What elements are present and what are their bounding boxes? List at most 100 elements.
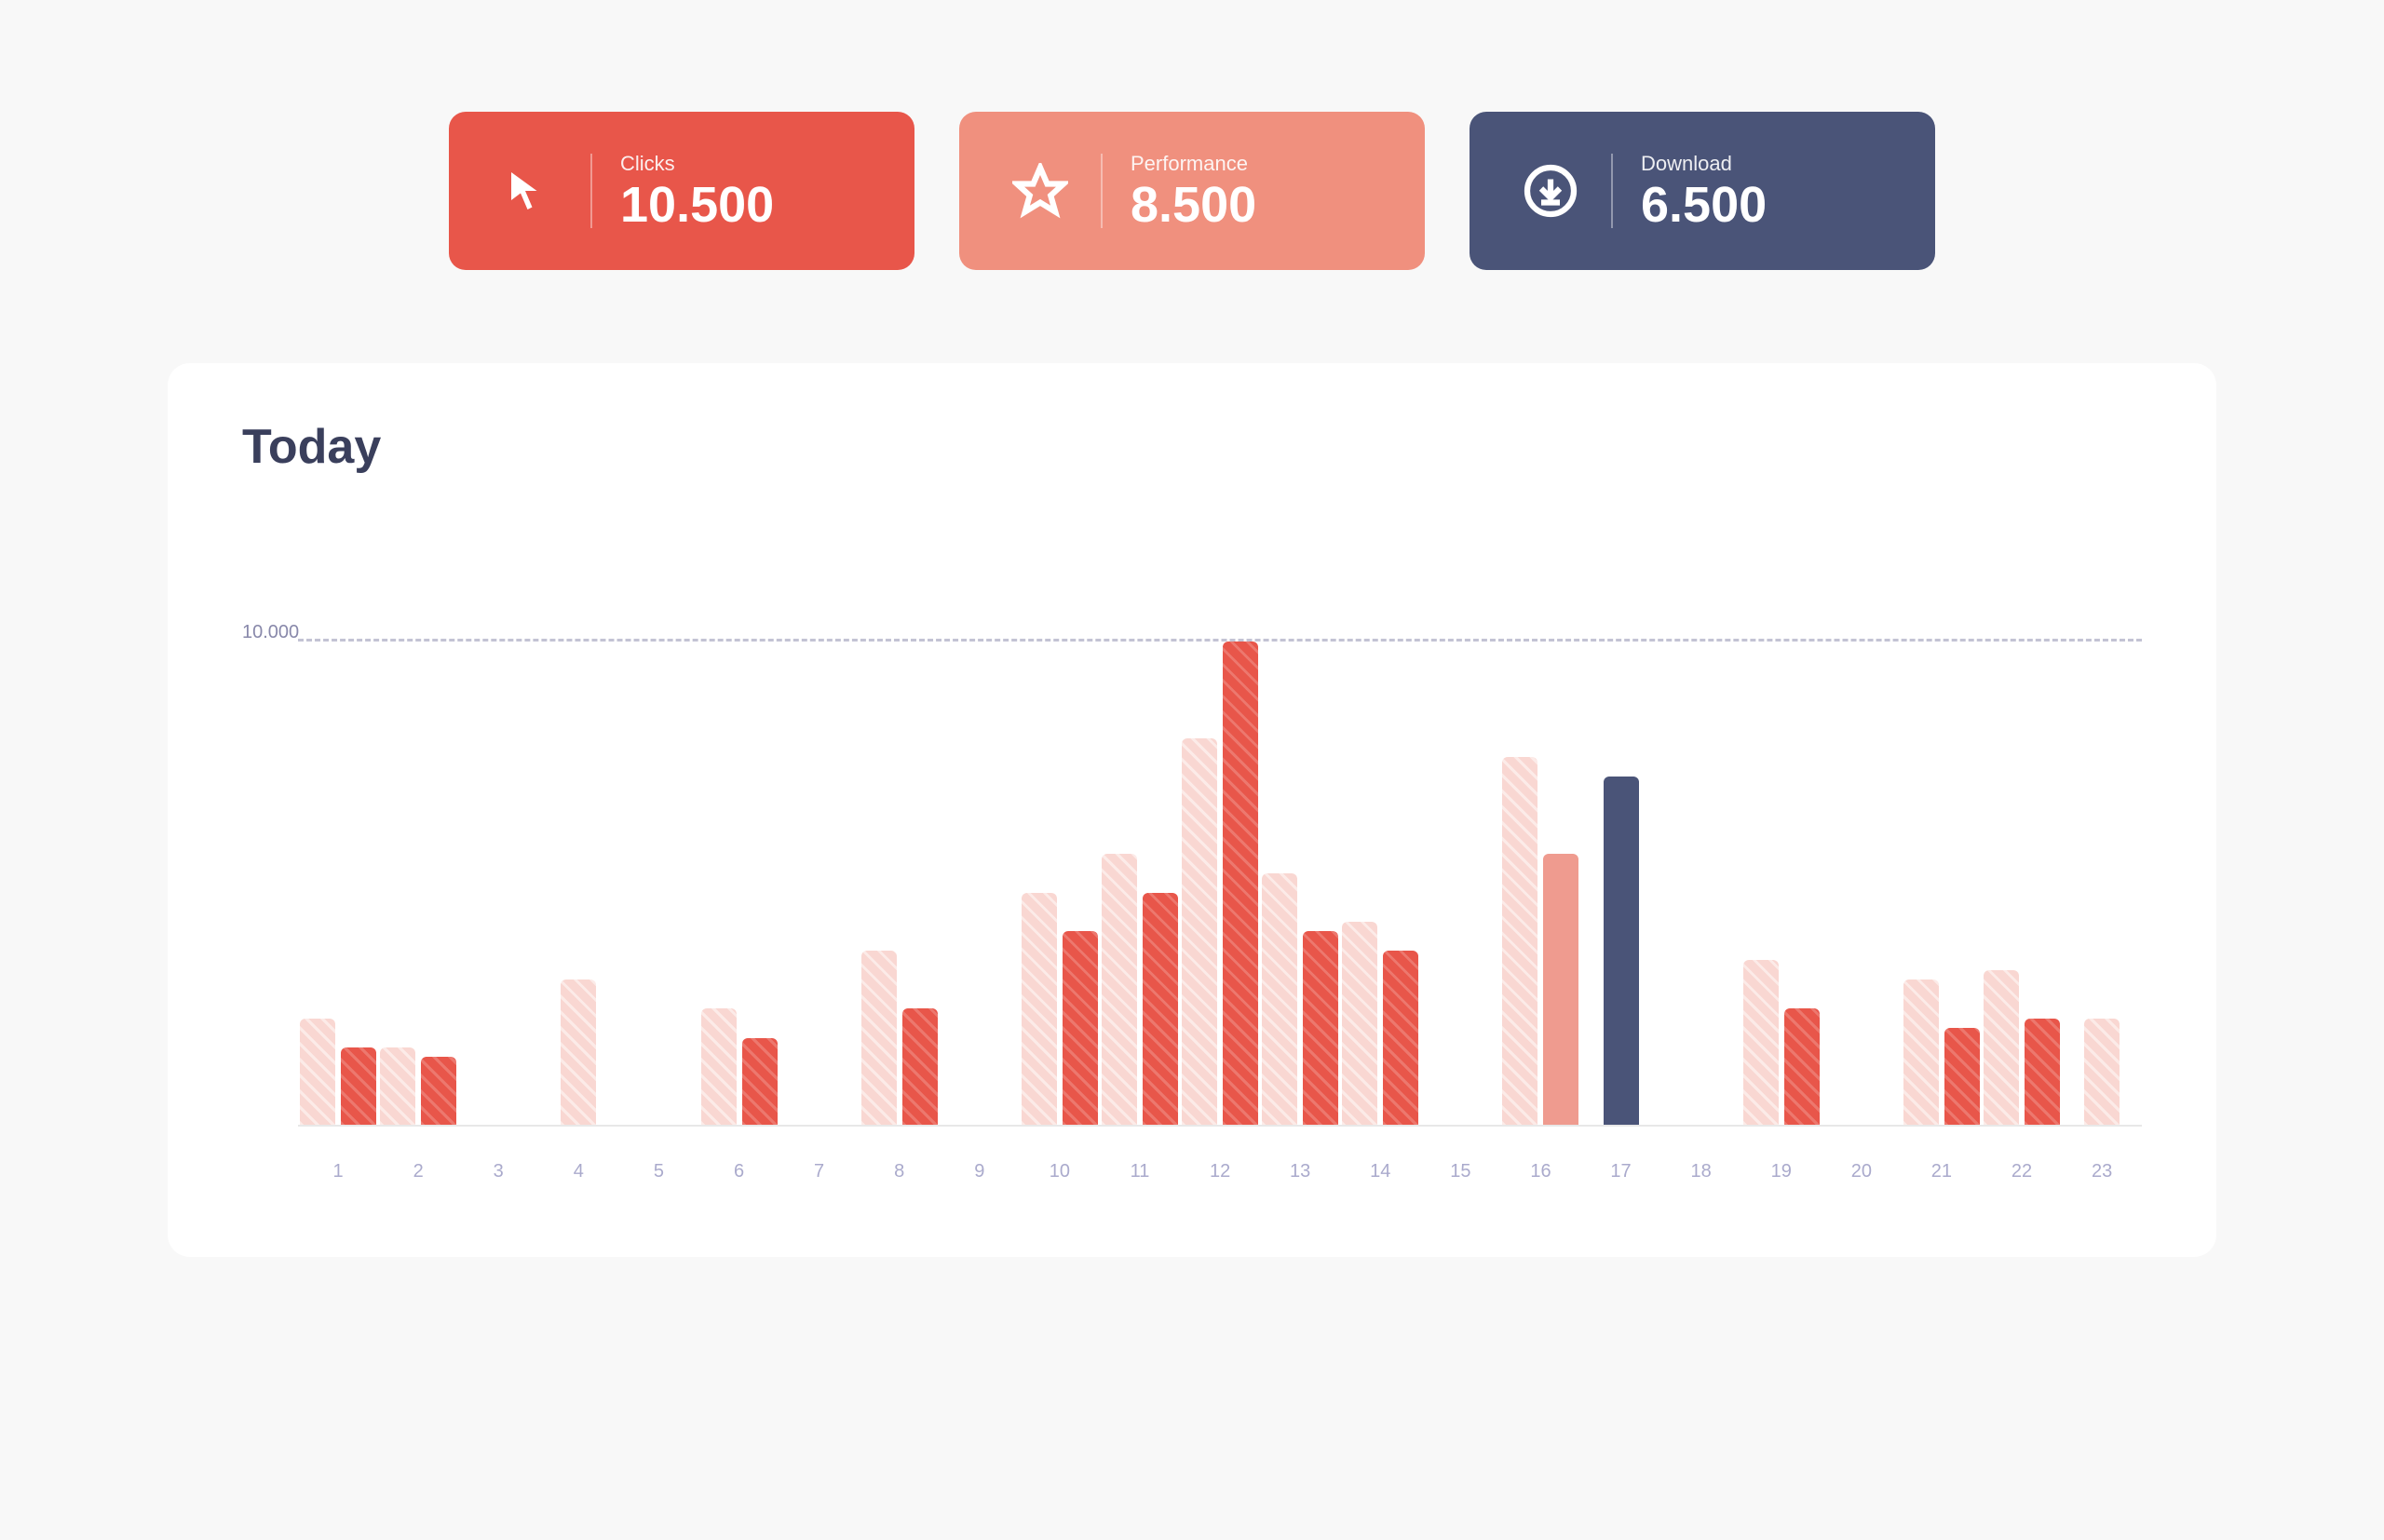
chart-container: Today 10.0001234567891011121314151617181… xyxy=(168,363,2216,1257)
bar-back xyxy=(1342,922,1377,1125)
bar-slot xyxy=(618,1115,698,1125)
x-label: 11 xyxy=(1100,1154,1180,1182)
bar-front xyxy=(1784,1008,1820,1125)
bar-slot xyxy=(1902,979,1982,1125)
stats-row: Clicks 10.500 Performance 8.500 Downloa xyxy=(449,112,1935,270)
performance-text: Performance 8.500 xyxy=(1131,152,1256,230)
bar-front xyxy=(341,1047,376,1125)
cursor-icon xyxy=(497,158,562,223)
bar-front xyxy=(1143,893,1178,1125)
performance-label: Performance xyxy=(1131,152,1256,176)
x-label: 8 xyxy=(860,1154,940,1182)
bar-front xyxy=(742,1038,778,1125)
bar-slot xyxy=(538,979,618,1125)
bar-slot xyxy=(1581,777,1661,1125)
performance-value: 8.500 xyxy=(1131,180,1256,230)
bar-back xyxy=(1262,873,1297,1125)
divider xyxy=(1101,154,1103,228)
bar-slot xyxy=(698,1008,779,1125)
bar-back xyxy=(1903,979,1939,1125)
reference-label: 10.000 xyxy=(242,622,299,643)
x-label: 22 xyxy=(1982,1154,2062,1182)
bar-slot xyxy=(1661,1115,1741,1125)
x-label: 13 xyxy=(1260,1154,1340,1182)
bar-front xyxy=(421,1057,456,1125)
bar-slot xyxy=(1180,642,1260,1125)
x-label: 15 xyxy=(1420,1154,1500,1182)
bar-slot xyxy=(1100,854,1180,1125)
bar-back xyxy=(861,951,897,1125)
x-label: 12 xyxy=(1180,1154,1260,1182)
bar-front xyxy=(1223,642,1258,1125)
chart-baseline xyxy=(298,1125,2142,1127)
x-label: 7 xyxy=(779,1154,860,1182)
bar-back xyxy=(1502,757,1537,1125)
star-icon xyxy=(1008,158,1073,223)
download-icon xyxy=(1518,158,1583,223)
x-label: 2 xyxy=(378,1154,458,1182)
bar-front xyxy=(1303,931,1338,1125)
bars-group xyxy=(298,642,2142,1125)
bar-back xyxy=(561,979,596,1125)
bar-back xyxy=(701,1008,737,1125)
x-label: 5 xyxy=(618,1154,698,1182)
bar-front xyxy=(1604,777,1639,1125)
x-label: 18 xyxy=(1661,1154,1741,1182)
bar-back xyxy=(300,1019,335,1125)
download-label: Download xyxy=(1641,152,1767,176)
bar-slot xyxy=(298,1019,378,1125)
bar-back xyxy=(1102,854,1137,1125)
bar-slot xyxy=(1982,970,2062,1125)
bar-slot xyxy=(860,951,940,1125)
divider xyxy=(590,154,592,228)
x-label: 20 xyxy=(1822,1154,1902,1182)
performance-card: Performance 8.500 xyxy=(959,112,1425,270)
x-label: 3 xyxy=(458,1154,538,1182)
chart-area: 10.0001234567891011121314151617181920212… xyxy=(242,531,2142,1182)
x-label: 19 xyxy=(1741,1154,1822,1182)
bar-slot xyxy=(940,1115,1020,1125)
bar-slot xyxy=(1420,1115,1500,1125)
x-label: 10 xyxy=(1020,1154,1100,1182)
bar-slot xyxy=(1260,873,1340,1125)
x-label: 4 xyxy=(538,1154,618,1182)
bar-front xyxy=(2025,1019,2060,1125)
bar-slot xyxy=(1020,893,1100,1125)
bar-slot xyxy=(1822,1115,1902,1125)
x-label: 16 xyxy=(1500,1154,1580,1182)
bar-back xyxy=(1182,738,1217,1125)
x-label: 9 xyxy=(940,1154,1020,1182)
clicks-label: Clicks xyxy=(620,152,774,176)
bar-back xyxy=(2084,1019,2120,1125)
clicks-value: 10.500 xyxy=(620,180,774,230)
bar-slot xyxy=(458,1115,538,1125)
bar-back xyxy=(380,1047,415,1125)
x-label: 21 xyxy=(1902,1154,1982,1182)
x-label: 6 xyxy=(698,1154,779,1182)
bar-slot xyxy=(2062,1019,2142,1125)
chart-title: Today xyxy=(242,419,2142,475)
bar-slot xyxy=(1500,757,1580,1125)
bar-front xyxy=(1063,931,1098,1125)
bar-front xyxy=(902,1008,938,1125)
x-label: 23 xyxy=(2062,1154,2142,1182)
bar-back xyxy=(1743,960,1779,1125)
x-label: 14 xyxy=(1340,1154,1420,1182)
x-axis: 1234567891011121314151617181920212223 xyxy=(298,1154,2142,1182)
download-card: Download 6.500 xyxy=(1470,112,1935,270)
divider xyxy=(1611,154,1613,228)
bar-back xyxy=(1022,893,1057,1125)
x-label: 17 xyxy=(1581,1154,1661,1182)
clicks-text: Clicks 10.500 xyxy=(620,152,774,230)
bar-front xyxy=(1944,1028,1980,1125)
bar-back xyxy=(1984,970,2019,1125)
bar-slot xyxy=(378,1047,458,1125)
clicks-card: Clicks 10.500 xyxy=(449,112,914,270)
bar-slot xyxy=(1340,922,1420,1125)
bar-front xyxy=(1383,951,1418,1125)
download-text: Download 6.500 xyxy=(1641,152,1767,230)
bar-slot xyxy=(1741,960,1822,1125)
x-label: 1 xyxy=(298,1154,378,1182)
bar-front xyxy=(1543,854,1578,1125)
download-value: 6.500 xyxy=(1641,180,1767,230)
